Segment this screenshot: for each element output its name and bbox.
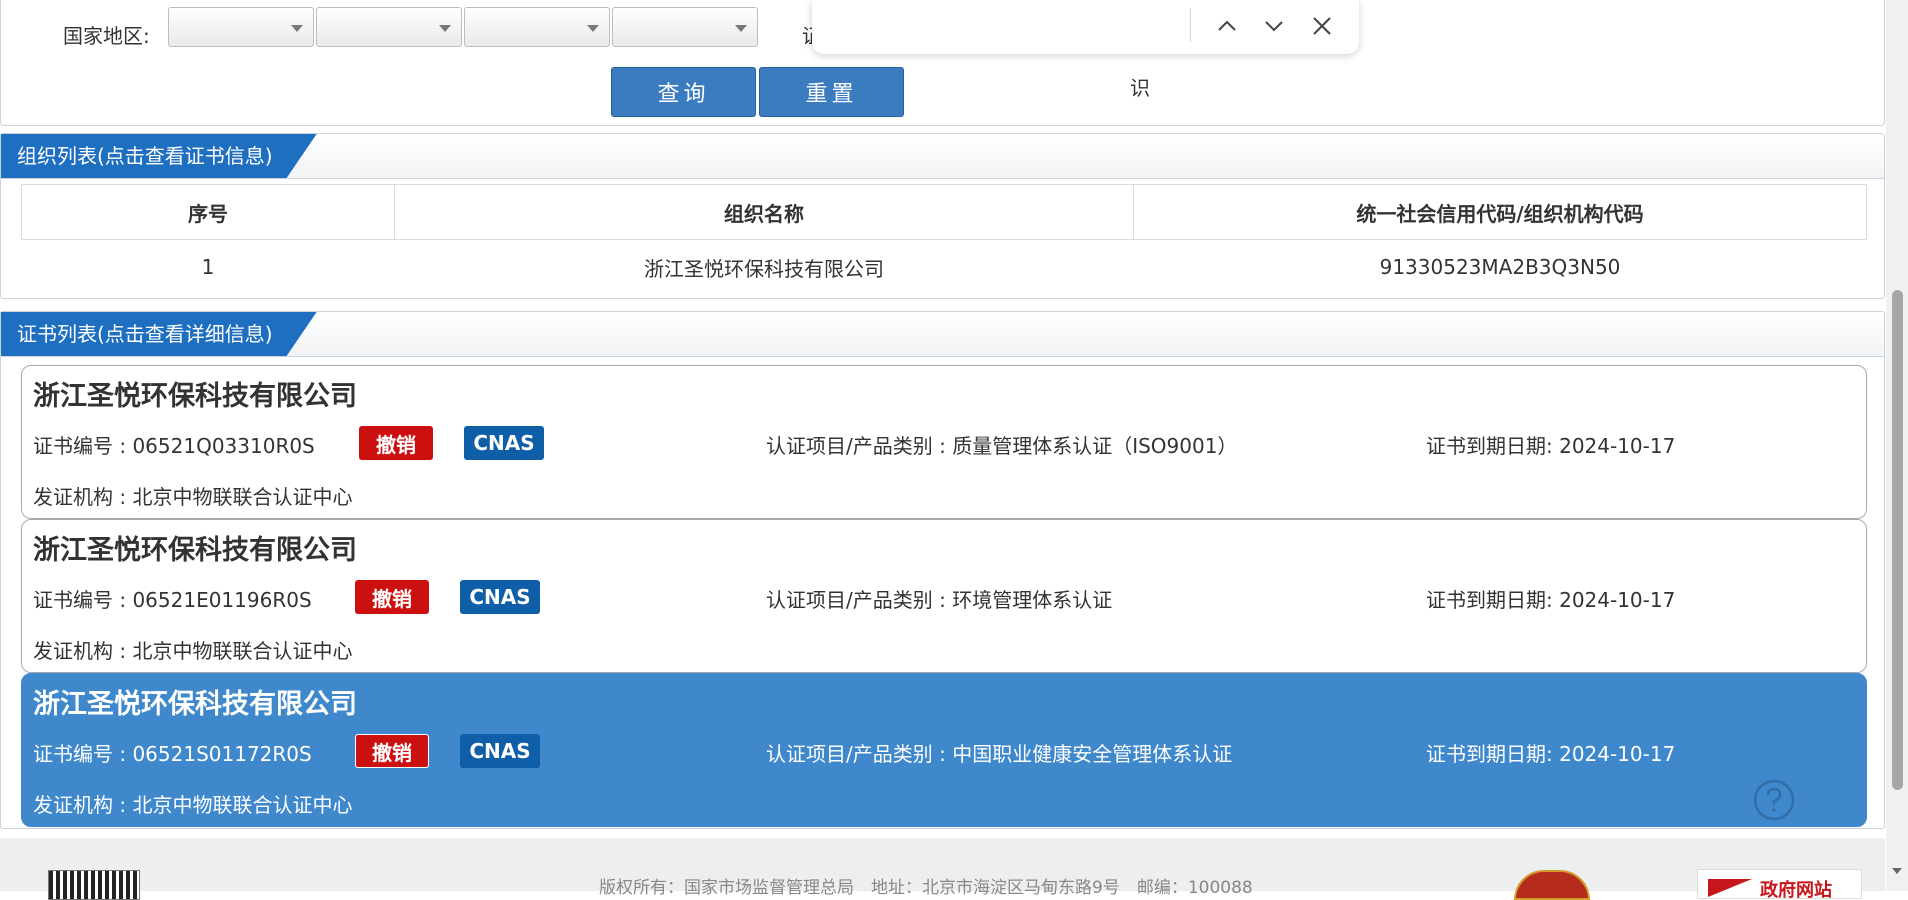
cert-expiry: 证书到期日期: 2024-10-17 bbox=[1426, 434, 1676, 458]
copyright-text: 版权所有：国家市场监督管理总局 地址：北京市海淀区马甸东路9号 邮编：10008… bbox=[599, 878, 1253, 898]
cert-issuer: 发证机构 : 北京中物联联合认证中心 bbox=[33, 485, 353, 509]
cert-list-header: 证书列表(点击查看详细信息) bbox=[1, 312, 1884, 357]
chevron-up-icon[interactable] bbox=[1213, 12, 1241, 40]
org-list-title: 组织列表(点击查看证书信息) bbox=[1, 134, 317, 178]
chevron-down-icon bbox=[439, 25, 451, 32]
certificate-card[interactable]: 浙江圣悦环保科技有限公司 证书编号 : 06521E01196R0S 撤销 CN… bbox=[21, 519, 1867, 673]
question-circle-icon[interactable] bbox=[1752, 778, 1796, 822]
region-label: 国家地区: bbox=[63, 24, 150, 48]
footer: 版权所有：国家市场监督管理总局 地址：北京市海淀区马甸东路9号 邮编：10008… bbox=[0, 838, 1885, 900]
cert-issuer: 发证机构 : 北京中物联联合认证中心 bbox=[33, 639, 353, 663]
card-company-name: 浙江圣悦环保科技有限公司 bbox=[33, 689, 357, 720]
region-select-4[interactable] bbox=[612, 7, 758, 47]
cert-list-title: 证书列表(点击查看详细信息) bbox=[1, 312, 317, 356]
qr-code bbox=[48, 870, 140, 900]
close-icon[interactable] bbox=[1308, 12, 1336, 40]
cert-number: 证书编号 : 06521S01172R0S bbox=[33, 742, 312, 766]
certificate-card-active[interactable]: 浙江圣悦环保科技有限公司 证书编号 : 06521S01172R0S 撤销 CN… bbox=[21, 673, 1867, 827]
partial-label-2: 识 bbox=[1130, 76, 1150, 100]
table-header-row: 序号 组织名称 统一社会信用代码/组织机构代码 bbox=[21, 184, 1867, 240]
gov-logo-text: 政府网站 bbox=[1760, 880, 1832, 899]
query-button[interactable]: 查询 bbox=[611, 67, 756, 117]
cert-category: 认证项目/产品类别 : 中国职业健康安全管理体系认证 bbox=[766, 742, 1233, 766]
region-select-1[interactable] bbox=[168, 7, 314, 47]
cert-number: 证书编号 : 06521E01196R0S bbox=[33, 588, 312, 612]
scrollbar[interactable] bbox=[1886, 0, 1908, 891]
org-name[interactable]: 浙江圣悦环保科技有限公司 bbox=[395, 240, 1134, 295]
table-row[interactable]: 1 浙江圣悦环保科技有限公司 91330523MA2B3Q3N50 bbox=[22, 240, 1867, 295]
cert-category: 认证项目/产品类别 : 质量管理体系认证（ISO9001） bbox=[766, 434, 1238, 458]
chevron-down-icon bbox=[587, 25, 599, 32]
reset-button[interactable]: 重置 bbox=[759, 67, 904, 117]
org-list-panel: 组织列表(点击查看证书信息) 序号 组织名称 统一社会信用代码/组织机构代码 1… bbox=[0, 133, 1885, 299]
region-select-3[interactable] bbox=[464, 7, 610, 47]
revoked-badge: 撤销 bbox=[359, 426, 433, 460]
revoked-badge: 撤销 bbox=[355, 580, 429, 614]
org-list-header: 组织列表(点击查看证书信息) bbox=[1, 134, 1884, 179]
chevron-down-icon[interactable] bbox=[1260, 12, 1288, 40]
scroll-down-arrow-icon[interactable] bbox=[1892, 868, 1902, 874]
cert-expiry: 证书到期日期: 2024-10-17 bbox=[1426, 588, 1676, 612]
certificate-card[interactable]: 浙江圣悦环保科技有限公司 证书编号 : 06521Q03310R0S 撤销 CN… bbox=[21, 365, 1867, 519]
card-company-name: 浙江圣悦环保科技有限公司 bbox=[33, 535, 357, 566]
flag-icon bbox=[1708, 879, 1752, 897]
org-index: 1 bbox=[201, 255, 215, 279]
region-select-2[interactable] bbox=[316, 7, 462, 47]
cnas-badge: CNAS bbox=[464, 426, 544, 460]
cnas-badge: CNAS bbox=[460, 734, 540, 768]
org-table: 序号 组织名称 统一社会信用代码/组织机构代码 1 浙江圣悦环保科技有限公司 9… bbox=[21, 184, 1867, 294]
find-bar bbox=[812, 0, 1359, 54]
scrollbar-thumb[interactable] bbox=[1892, 290, 1903, 790]
org-code: 91330523MA2B3Q3N50 bbox=[1379, 255, 1621, 279]
cert-list-panel: 证书列表(点击查看详细信息) 浙江圣悦环保科技有限公司 证书编号 : 06521… bbox=[0, 311, 1885, 829]
revoked-badge: 撤销 bbox=[355, 734, 429, 768]
column-header-code: 统一社会信用代码/组织机构代码 bbox=[1133, 184, 1867, 240]
column-header-index: 序号 bbox=[21, 184, 395, 240]
chevron-down-icon bbox=[735, 25, 747, 32]
cnas-badge: CNAS bbox=[460, 580, 540, 614]
cert-category: 认证项目/产品类别 : 环境管理体系认证 bbox=[766, 588, 1113, 612]
find-bar-divider bbox=[1190, 8, 1191, 42]
cert-number: 证书编号 : 06521Q03310R0S bbox=[33, 434, 315, 458]
cert-issuer: 发证机构 : 北京中物联联合认证中心 bbox=[33, 793, 353, 817]
card-company-name: 浙江圣悦环保科技有限公司 bbox=[33, 381, 357, 412]
find-input[interactable] bbox=[826, 10, 1181, 42]
chevron-down-icon bbox=[291, 25, 303, 32]
column-header-name: 组织名称 bbox=[394, 184, 1134, 240]
gov-site-logo[interactable]: 政府网站 bbox=[1697, 869, 1862, 899]
emblem-logo bbox=[1514, 870, 1590, 900]
cert-expiry: 证书到期日期: 2024-10-17 bbox=[1426, 742, 1676, 766]
